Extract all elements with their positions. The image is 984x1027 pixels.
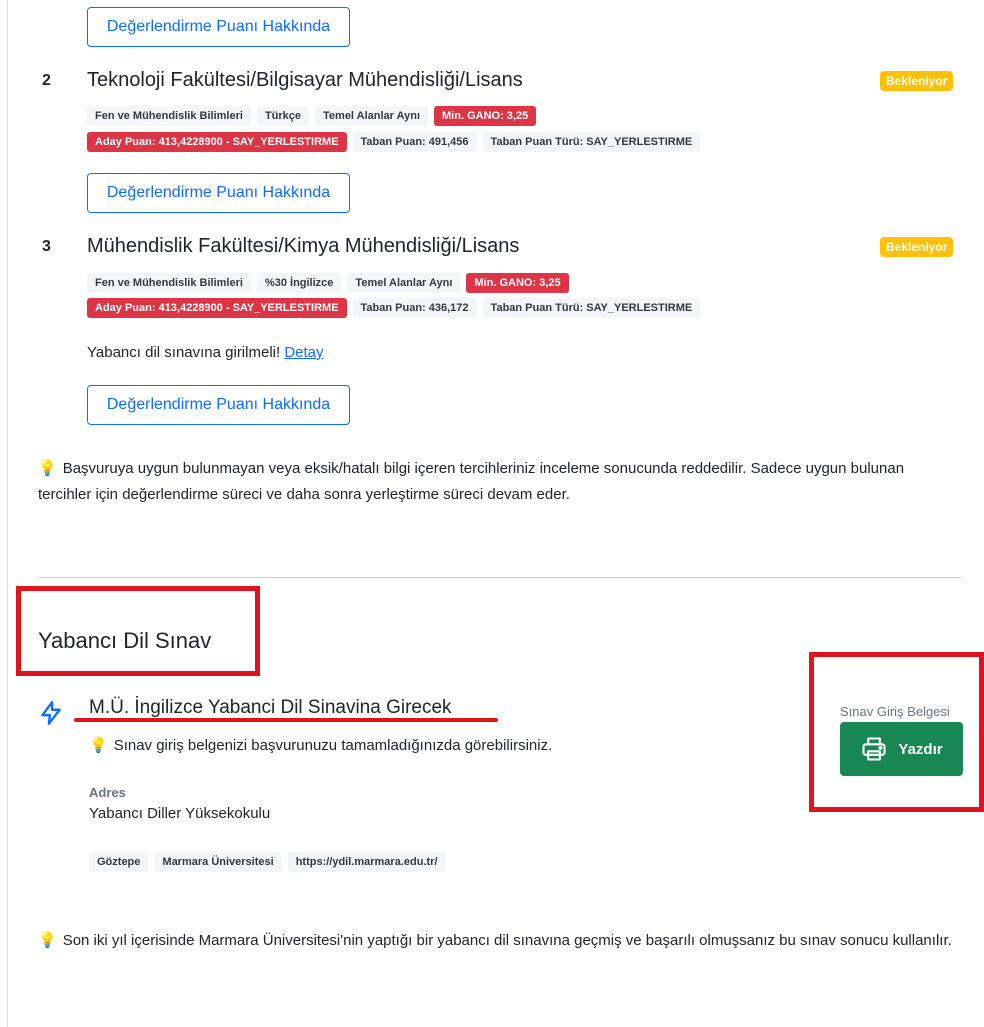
status-badge: Bekleniyor [880,71,954,91]
program-tags-row: Fen ve Mühendislik Bilimleri %30 İngiliz… [87,273,569,293]
tag-campus: Göztepe [89,852,149,872]
evaluation-score-button-2[interactable]: Değerlendirme Puanı Hakkında [87,173,350,213]
tag-base-score: Taban Puan: 491,456 [352,132,477,152]
tag-field: Fen ve Mühendislik Bilimleri [87,273,251,293]
section-divider [38,577,962,578]
language-note-text: Yabancı dil sınavına girilmeli! [87,344,281,361]
evaluation-score-button-3[interactable]: Değerlendirme Puanı Hakkında [87,385,350,425]
lightbulb-icon: 💡 [89,737,108,754]
exam-document-note: 💡 Sınav giriş belgenizi başvurunuzu tamam… [89,733,552,759]
exam-title: M.Ü. İngilizce Yabanci Dil Sinavina Gire… [89,697,452,718]
info-note-applications: 💡 Başvuruya uygun bulunmayan veya eksik/h… [38,456,958,508]
tag-area: Temel Alanlar Aynı [315,106,429,126]
lightning-icon [38,700,64,731]
address-label: Adres [89,785,126,800]
tag-base-score-type: Taban Puan Türü: SAY_YERLESTIRME [482,298,701,318]
info-note-previous-exam: 💡 Son iki yıl içerisinde Marmara Üniversi… [38,928,958,954]
address-value: Yabancı Diller Yüksekokulu [89,805,271,822]
info-note-2-text: Son iki yıl içerisinde Marmara Üniversit… [62,932,952,949]
lightbulb-icon: 💡 [38,932,57,949]
detail-link[interactable]: Detay [284,344,323,361]
tag-website: https://ydil.marmara.edu.tr/ [287,852,446,872]
language-requirement-note: Yabancı dil sınavına girilmeli! Detay [87,340,324,366]
exam-note-text: Sınav giriş belgenizi başvurunuzu tamaml… [113,737,553,754]
tag-base-score-type: Taban Puan Türü: SAY_YERLESTIRME [482,132,701,152]
tag-language: Türkçe [256,106,310,126]
tag-university: Marmara Üniversitesi [154,852,282,872]
program-number: 3 [42,238,51,255]
annotation-box-section-title [16,586,260,676]
tag-base-score: Taban Puan: 436,172 [352,298,477,318]
program-tags-row: Fen ve Mühendislik Bilimleri Türkçe Teme… [87,106,537,126]
program-score-tags-row: Aday Puan: 413,4228900 - SAY_YERLESTIRME… [87,132,701,152]
program-title: Teknoloji Fakültesi/Bilgisayar Mühendisl… [87,69,523,91]
tag-area: Temel Alanlar Aynı [347,273,461,293]
tag-candidate-score: Aday Puan: 413,4228900 - SAY_YERLESTIRME [87,132,347,152]
tag-min-gano: Min. GANO: 3,25 [434,106,537,126]
info-note-text: Başvuruya uygun bulunmayan veya eksik/ha… [38,460,905,503]
annotation-underline [74,718,498,722]
left-border [7,0,8,1027]
program-title: Mühendislik Fakültesi/Kimya Mühendisliği… [87,235,520,257]
tag-candidate-score: Aday Puan: 413,4228900 - SAY_YERLESTIRME [87,298,347,318]
lightbulb-icon: 💡 [38,460,57,477]
tag-min-gano: Min. GANO: 3,25 [466,273,569,293]
annotation-box-print [809,652,984,812]
program-score-tags-row: Aday Puan: 413,4228900 - SAY_YERLESTIRME… [87,298,701,318]
program-number: 2 [42,72,51,89]
tag-field: Fen ve Mühendislik Bilimleri [87,106,251,126]
address-tags-row: Göztepe Marmara Üniversitesi https://ydi… [89,852,446,872]
status-badge: Bekleniyor [880,237,954,257]
evaluation-score-button-1[interactable]: Değerlendirme Puanı Hakkında [87,7,350,47]
tag-language: %30 İngilizce [256,273,342,293]
